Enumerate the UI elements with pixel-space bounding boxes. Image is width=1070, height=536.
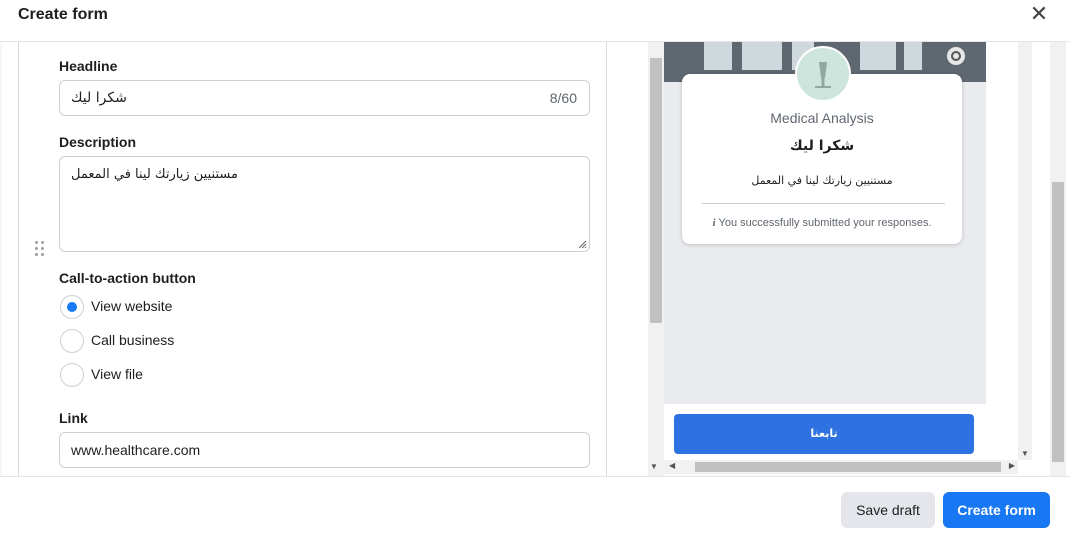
link-label: Link — [59, 410, 88, 426]
dialog-scrollbar[interactable] — [1050, 42, 1066, 476]
preview-horizontal-scrollbar[interactable]: ◀ ▶ — [664, 460, 1018, 474]
close-icon[interactable]: ✕ — [1028, 4, 1050, 26]
dialog-title: Create form — [18, 6, 108, 23]
cta-option-label: View website — [91, 298, 173, 314]
chevron-down-icon[interactable]: ▼ — [650, 462, 658, 471]
microscope-icon — [815, 62, 831, 88]
radio-checked-icon[interactable] — [60, 295, 84, 319]
cta-option-view-file[interactable]: View file — [59, 362, 359, 388]
radio-unchecked-icon[interactable] — [60, 329, 84, 353]
preview-description: مستنيين زيارتك لينا في المعمل — [751, 174, 893, 187]
preview-inner-scrollbar[interactable]: ▼ — [1018, 42, 1032, 460]
divider — [702, 203, 945, 204]
preview-cta-button[interactable]: تابعنا — [674, 414, 974, 454]
cta-option-view-website[interactable]: View website — [59, 294, 359, 320]
submission-note: i You successfully submitted your respons… — [682, 217, 962, 229]
radio-unchecked-icon[interactable] — [60, 363, 84, 387]
watermark-logo — [466, 458, 606, 528]
chevron-left-icon[interactable]: ◀ — [669, 461, 675, 470]
share-icon[interactable] — [946, 46, 966, 66]
cta-option-call-business[interactable]: Call business — [59, 328, 359, 354]
submission-note-text: You successfully submitted your response… — [718, 217, 932, 229]
preview-scrollbar[interactable] — [648, 42, 664, 476]
save-draft-button[interactable]: Save draft — [841, 492, 935, 528]
headline-char-count: 8/60 — [549, 90, 577, 106]
preview-headline: شكرا ليك — [789, 138, 855, 154]
headline-value: شكرا ليك — [71, 90, 127, 106]
headline-input[interactable]: شكرا ليك 8/60 — [59, 80, 590, 116]
avatar — [795, 46, 851, 102]
headline-label: Headline — [59, 58, 118, 74]
chevron-down-icon[interactable]: ▼ — [1021, 449, 1029, 458]
business-name: Medical Analysis — [770, 110, 874, 126]
description-label: Description — [59, 134, 137, 150]
cta-label: Call-to-action button — [59, 270, 196, 286]
left-edge — [0, 42, 2, 482]
dialog-header: Create form ✕ — [0, 0, 1070, 42]
cta-option-label: Call business — [91, 332, 175, 348]
info-icon: i — [712, 217, 716, 229]
cta-option-label: View file — [91, 366, 143, 382]
form-editor-panel: Headline شكرا ليك 8/60 Description مستني… — [18, 42, 607, 476]
thank-you-card: Medical Analysis شكرا ليك مستنيين زيارتك… — [682, 46, 962, 244]
preview-footer: تابعنا — [664, 404, 986, 460]
resize-grip-icon[interactable] — [578, 240, 587, 249]
drag-handle-icon[interactable] — [35, 241, 45, 257]
create-form-button[interactable]: Create form — [943, 492, 1050, 528]
description-value: مستنيين زيارتك لينا في المعمل — [71, 167, 238, 182]
link-value: www.healthcare.com — [71, 442, 201, 458]
form-preview-panel: Medical Analysis شكرا ليك مستنيين زيارتك… — [648, 42, 1034, 476]
chevron-right-icon[interactable]: ▶ — [1009, 461, 1015, 470]
description-textarea[interactable]: مستنيين زيارتك لينا في المعمل — [59, 156, 590, 252]
